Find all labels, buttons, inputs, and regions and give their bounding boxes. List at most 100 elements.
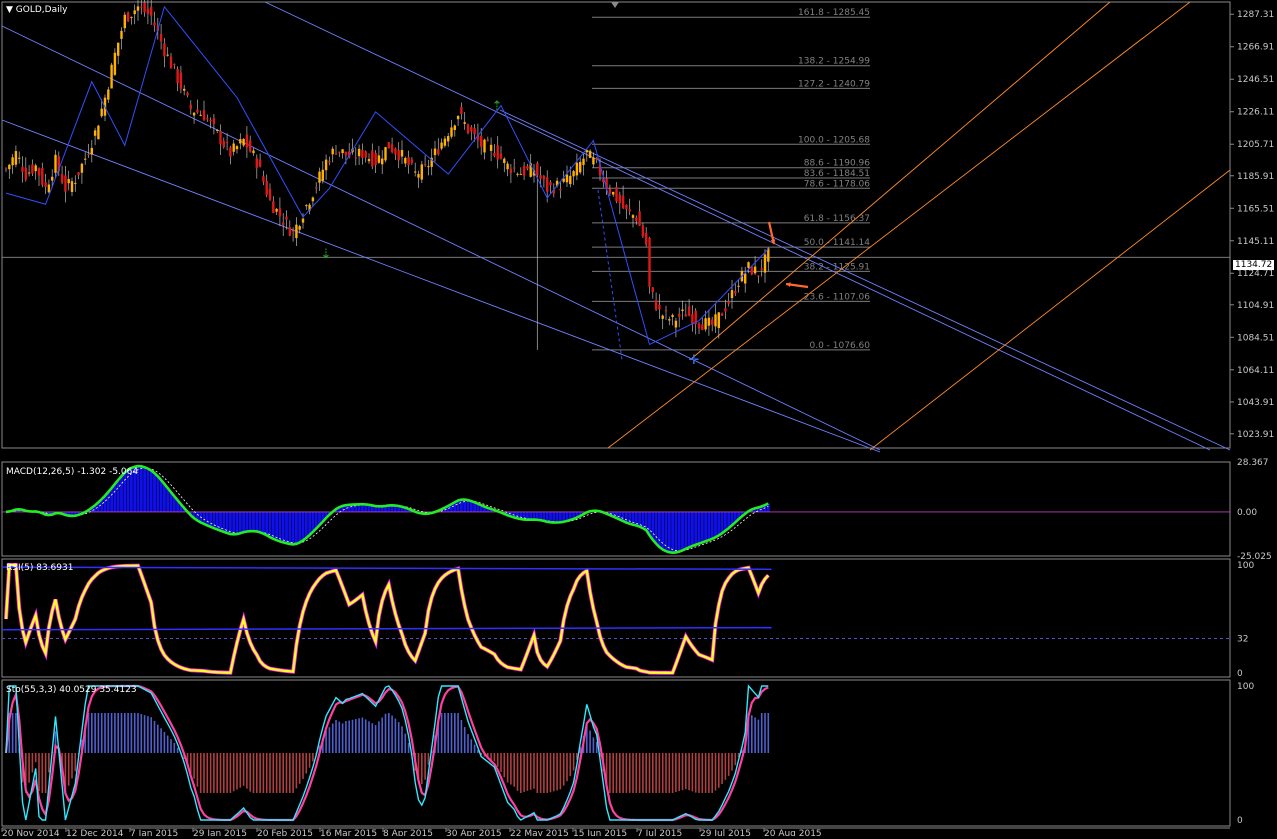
candle-body [635, 218, 637, 221]
stoch-bar [639, 753, 641, 793]
stoch-bar [352, 720, 354, 753]
macd-bar [123, 472, 126, 511]
candle-body [622, 196, 624, 208]
candle-body [246, 135, 248, 148]
candle-body [279, 208, 281, 216]
candle-body [272, 201, 274, 213]
stoch-bar [362, 718, 364, 753]
stoch-bar [500, 753, 502, 772]
macd-bar [153, 473, 156, 512]
candle-body [289, 227, 291, 235]
candle-body [411, 160, 413, 163]
macd-bar [166, 488, 169, 512]
stoch-bar [385, 714, 387, 753]
candle-body [223, 141, 225, 147]
candle-body [427, 166, 429, 167]
candle-body [596, 158, 598, 159]
candle-body [242, 139, 244, 145]
background [0, 0, 1277, 836]
candle-body [341, 149, 343, 153]
candle-body [365, 151, 367, 157]
stoch-bar [223, 753, 225, 793]
candle-body [338, 152, 340, 153]
stoch-bar [339, 722, 341, 753]
stoch-bar [137, 713, 139, 753]
macd-bar [684, 512, 687, 549]
stoch-bar [141, 714, 143, 753]
rsi-axis-label: 32 [1237, 634, 1248, 644]
stoch-bar [395, 719, 397, 753]
candle-body [97, 126, 99, 140]
stoch-bar [457, 713, 459, 753]
candle-body [523, 166, 525, 175]
candle-body [41, 168, 43, 185]
price-axis-label: 1226.11 [1237, 108, 1274, 118]
dropdown-triangle-icon[interactable]: ▼ [6, 5, 13, 15]
macd-axis-label: 0.00 [1237, 508, 1257, 518]
stoch-bar [114, 713, 116, 753]
chart-svg[interactable]: 1287.311266.911246.511226.111205.711185.… [0, 0, 1277, 836]
candle-body [25, 168, 27, 180]
candle-body [332, 149, 334, 154]
macd-bar [288, 512, 291, 544]
candle-body [480, 136, 482, 147]
candle-body [549, 182, 551, 185]
candle-body [516, 174, 518, 175]
candle-body [312, 198, 314, 202]
macd-label: MACD(12,26,5) -1.302 -5.064 [6, 467, 138, 477]
stoch-bar [160, 728, 162, 753]
candle-body [506, 164, 508, 170]
stoch-bar [424, 753, 426, 780]
stoch-bar [428, 753, 430, 765]
stoch-bar [75, 753, 77, 771]
macd-bar [556, 512, 559, 523]
candle-body [592, 158, 594, 165]
candle-body [437, 149, 439, 154]
macd-bar [163, 484, 166, 512]
candle-body [714, 314, 716, 326]
macd-bar [265, 512, 268, 535]
stoch-bar [167, 736, 169, 754]
candle-body [655, 300, 657, 310]
macd-bar [460, 500, 463, 512]
macd-bar [678, 512, 681, 552]
stoch-bar [131, 713, 133, 753]
trading-chart[interactable]: 1287.311266.911246.511226.111205.711185.… [0, 0, 1277, 836]
stoch-bar [556, 753, 558, 790]
stoch-bar [236, 753, 238, 790]
macd-bar [694, 512, 697, 545]
candle-body [213, 118, 215, 124]
fibo-level-label: 23.6 - 1107.06 [804, 292, 870, 302]
stoch-bar [721, 753, 723, 784]
candle [384, 147, 386, 162]
candle-body [368, 159, 370, 161]
candle-body [457, 116, 459, 119]
stoch-bar [45, 753, 47, 793]
time-axis-label: 7 Jan 2015 [130, 829, 178, 836]
candle-body [470, 127, 472, 131]
candle-body [447, 136, 449, 141]
stoch-bar [154, 721, 156, 753]
stoch-bar [233, 753, 235, 791]
stoch-bar [593, 737, 595, 753]
macd-bar [711, 512, 714, 539]
stoch-bar [728, 753, 730, 776]
macd-bar [249, 512, 252, 531]
stoch-bar [731, 753, 733, 771]
candle-body [163, 43, 165, 56]
candle-body [180, 73, 182, 89]
macd-bar [150, 470, 153, 512]
candle-body [454, 125, 456, 130]
candle-body [206, 118, 208, 119]
candle-body [140, 7, 142, 8]
candle-body [526, 166, 528, 168]
candle-body [371, 150, 373, 166]
candle-body [127, 12, 129, 21]
stoch-bar [398, 722, 400, 753]
time-axis-label: 22 May 2015 [510, 829, 569, 836]
candle-body [315, 187, 317, 188]
stoch-bar [335, 720, 337, 753]
candle-body [173, 64, 175, 65]
stoch-bar [378, 721, 380, 753]
stoch-bar [35, 753, 37, 762]
